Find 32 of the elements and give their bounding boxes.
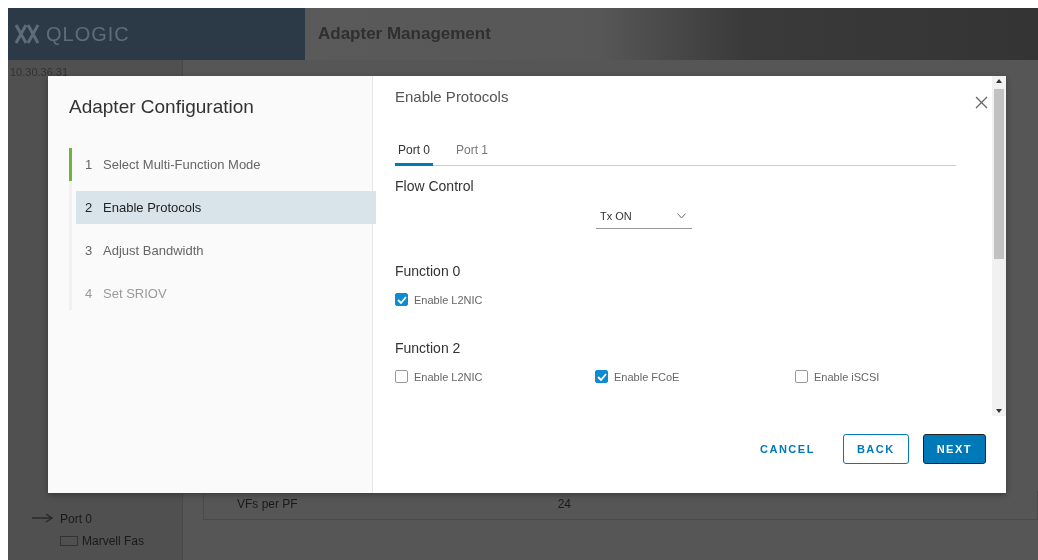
section-heading: Flow Control (395, 178, 474, 194)
checkbox-label: Enable L2NIC (414, 293, 483, 306)
flow-control-select[interactable]: Tx ON (596, 210, 692, 229)
close-icon[interactable] (975, 96, 988, 109)
section-heading: Function 0 (395, 263, 461, 279)
port-tab[interactable]: Port 0 (395, 143, 433, 166)
adapter-icon (60, 536, 78, 546)
chevron-down-icon (677, 213, 686, 219)
dialog-button[interactable]: NEXT (922, 433, 986, 464)
checkbox-label: Enable FCoE (614, 370, 680, 383)
checkbox[interactable] (795, 370, 808, 383)
checkbox[interactable] (395, 370, 408, 383)
dialog-button[interactable]: BACK (842, 433, 909, 464)
detail-value: 24 (557, 497, 572, 511)
page-title: Enable Protocols (395, 88, 509, 105)
wizard-step[interactable]: 3 Adjust Bandwidth (69, 234, 376, 267)
wizard-step[interactable]: 1 Select Multi-Function Mode (69, 148, 376, 181)
port-icon (32, 512, 56, 526)
scroll-down-icon[interactable] (996, 409, 1002, 413)
section-heading: Function 2 (395, 340, 461, 356)
checkbox-label: Enable L2NIC (414, 370, 483, 383)
checkbox[interactable] (395, 293, 408, 306)
checkbox-label: Enable iSCSI (814, 370, 880, 383)
dialog-title: Adapter Configuration (69, 96, 254, 118)
detail-label: VFs per PF (237, 497, 298, 511)
checkbox[interactable] (595, 370, 608, 383)
wizard-step[interactable]: 2 Enable Protocols (76, 191, 376, 224)
scroll-up-icon[interactable] (996, 79, 1002, 83)
scrollbar[interactable] (992, 76, 1006, 416)
dialog-button[interactable]: CANCEL (746, 433, 829, 464)
logo-icon (14, 23, 40, 45)
port-tab[interactable]: Port 1 (453, 143, 492, 166)
